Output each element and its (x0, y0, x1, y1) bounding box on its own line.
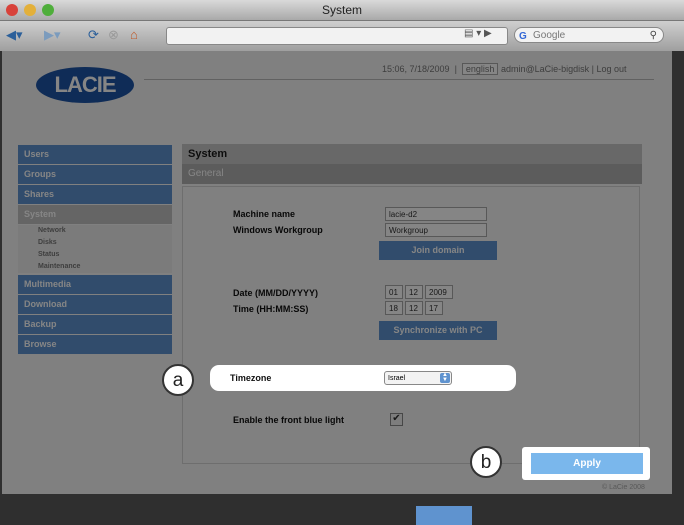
date-month-input[interactable]: 01 (385, 285, 403, 299)
header-info: 15:06, 7/18/2009 | english admin@LaCie-b… (382, 63, 627, 75)
machine-name-input[interactable]: lacie-d2 (385, 207, 487, 221)
date-day-input[interactable]: 12 (405, 285, 423, 299)
panel-title: System (182, 144, 642, 164)
sidebar-item-download[interactable]: Download (18, 295, 172, 314)
callout-a: a (162, 364, 194, 396)
sidebar-subitem-status[interactable]: Status (18, 249, 172, 261)
sidebar-item-browse[interactable]: Browse (18, 335, 172, 354)
timezone-highlight: Timezone (210, 365, 516, 391)
google-icon: G (519, 31, 527, 42)
synchronize-button[interactable]: Synchronize with PC (379, 321, 497, 340)
system-panel: System General Machine name lacie-d2 Win… (182, 144, 642, 464)
join-domain-button[interactable]: Join domain (379, 241, 497, 260)
cancel-button[interactable] (416, 506, 472, 525)
sidebar-item-backup[interactable]: Backup (18, 315, 172, 334)
magnifier-icon[interactable]: ⚲ (650, 28, 657, 44)
sidebar-item-system[interactable]: System (18, 205, 172, 224)
stop-icon[interactable]: ⊗ (108, 25, 119, 45)
language-select[interactable]: english (461, 63, 499, 75)
callout-b: b (470, 446, 502, 478)
account-link[interactable]: admin@LaCie-bigdisk | Log out (501, 64, 627, 74)
sidebar-item-multimedia[interactable]: Multimedia (18, 275, 172, 294)
time-second-input[interactable]: 17 (425, 301, 443, 315)
window-title: System (321, 3, 362, 17)
search-placeholder: Google (533, 30, 566, 41)
panel-subtitle: General (182, 164, 642, 184)
timezone-value: Israel (388, 375, 406, 382)
window-titlebar: System (0, 0, 684, 21)
browser-toolbar: ◀▾ ▶▾ ⟳ ⊗ ⌂ ▤ ▾ ▶ G Google ⚲ (0, 21, 684, 51)
rss-bookmark-icon[interactable]: ▤ ▾ ▶ (464, 28, 492, 39)
back-arrow-icon[interactable]: ◀▾ (6, 25, 23, 45)
search-field[interactable]: G Google ⚲ (514, 27, 664, 43)
sidebar-nav: Users Groups Shares System Network Disks… (18, 145, 172, 355)
date-year-input[interactable]: 2009 (425, 285, 453, 299)
sidebar-item-groups[interactable]: Groups (18, 165, 172, 184)
front-light-checkbox[interactable]: ✔ (390, 413, 403, 426)
address-bar[interactable] (166, 27, 508, 45)
workgroup-input[interactable]: Workgroup (385, 223, 487, 237)
select-arrows-icon: ▲ ▼ (440, 372, 450, 383)
copyright: © LaCie 2008 (602, 484, 645, 491)
header-divider (144, 79, 654, 80)
panel-body: Machine name lacie-d2 Windows Workgroup … (182, 186, 640, 464)
date-label: Date (MM/DD/YYYY) (233, 288, 319, 298)
reload-icon[interactable]: ⟳ (88, 25, 99, 45)
sidebar-subitem-maintenance[interactable]: Maintenance (18, 261, 172, 273)
machine-name-label: Machine name (233, 209, 296, 219)
time-minute-input[interactable]: 12 (405, 301, 423, 315)
timezone-label: Timezone (230, 373, 272, 383)
front-light-label: Enable the front blue light (233, 415, 344, 425)
header-datetime: 15:06, 7/18/2009 (382, 64, 450, 74)
home-icon[interactable]: ⌂ (130, 25, 138, 45)
sidebar-subitem-network[interactable]: Network (18, 225, 172, 237)
sidebar-subitem-disks[interactable]: Disks (18, 237, 172, 249)
time-label: Time (HH:MM:SS) (233, 304, 309, 314)
workgroup-label: Windows Workgroup (233, 225, 323, 235)
time-hour-input[interactable]: 18 (385, 301, 403, 315)
sidebar-item-shares[interactable]: Shares (18, 185, 172, 204)
web-page: LACIE 15:06, 7/18/2009 | english admin@L… (2, 51, 672, 525)
apply-button[interactable]: Apply (531, 453, 643, 474)
timezone-select[interactable]: Israel ▲ ▼ (384, 371, 452, 385)
lacie-logo: LACIE (36, 67, 134, 103)
sidebar-item-users[interactable]: Users (18, 145, 172, 164)
forward-arrow-icon[interactable]: ▶▾ (44, 25, 61, 45)
